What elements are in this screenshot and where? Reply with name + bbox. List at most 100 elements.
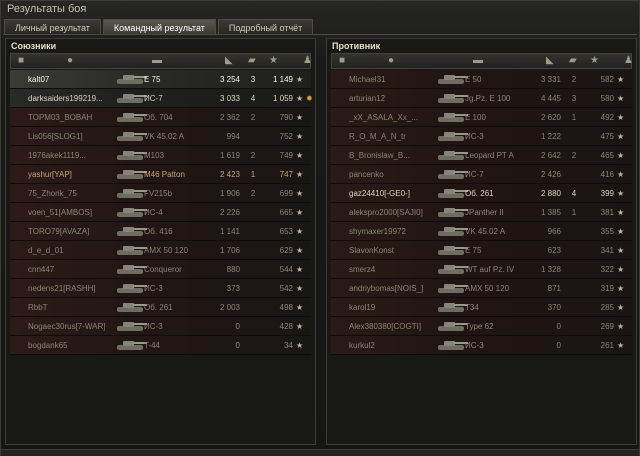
battle-results-window: Результаты боя Личный результат Командны… (0, 0, 640, 456)
damage-icon[interactable]: ◣ (225, 55, 233, 67)
player-row[interactable]: arturian12 Jg.Pz. E 100 4 445 3 580 ★ (331, 89, 632, 108)
player-row[interactable]: andriybomas[NOIS_] AMX 50 120 871 319 ★ (331, 279, 632, 298)
player-row[interactable]: yashur[YAP] M46 Patton 2 423 1 747 ★ (10, 165, 311, 184)
status-icon[interactable]: ♟ (624, 55, 633, 67)
player-row[interactable]: R_O_M_A_N_tr ИС-3 1 222 475 ★ (331, 127, 632, 146)
vehicle-icon[interactable]: ▬ (473, 55, 483, 67)
player-row[interactable]: Michael31 E 50 3 331 2 582 ★ (331, 70, 632, 89)
xp-value: 475 (600, 132, 614, 141)
xp-value: 416 (600, 170, 614, 179)
star-icon: ★ (296, 132, 304, 141)
player-row[interactable]: Alex380380[COGTI] Type 62 0 269 ★ (331, 317, 632, 336)
tank-name: FV215b (144, 189, 173, 198)
bottom-bar (1, 449, 639, 456)
tank-icon (114, 148, 148, 163)
player-row[interactable]: shymaxer19972 VK 45.02 A 966 355 ★ (331, 222, 632, 241)
tank-icon (114, 205, 148, 220)
tank-name: ИС-4 (144, 208, 163, 217)
tab-personal-result[interactable]: Личный результат (4, 19, 101, 35)
player-row[interactable]: Lis056[SLOG1] VK 45.02 A 994 752 ★ (10, 127, 311, 146)
tab-divider (3, 34, 637, 35)
star-icon: ★ (617, 170, 625, 179)
player-row[interactable]: karol19 T34 370 285 ★ (331, 298, 632, 317)
player-row[interactable]: smerz4 WT auf Pz. IV 1 328 322 ★ (331, 260, 632, 279)
star-icon: ★ (296, 189, 304, 198)
tank-icon (114, 110, 148, 125)
player-row[interactable]: gaz24410[-GE0-] Об. 261 2 880 4 399 ★ (331, 184, 632, 203)
player-name: arturian12 (349, 94, 386, 103)
kills-tank-icon[interactable]: ▰ (248, 55, 256, 67)
vehicle-type-icon[interactable]: ■ (339, 55, 345, 67)
enemies-panel: Противник ■ ● ▬ ◣ ▰ ★ ♟ Michael31 E 50 3 3… (326, 38, 637, 445)
player-icon[interactable]: ● (67, 55, 73, 67)
tank-name: ИС-3 (144, 284, 163, 293)
damage-value: 1 706 (219, 246, 240, 255)
damage-value: 2 620 (540, 113, 561, 122)
tab-detailed-report[interactable]: Подробный отчёт (217, 19, 314, 35)
star-icon: ★ (296, 265, 304, 274)
tank-name: Conqueror (144, 265, 182, 274)
player-row[interactable]: B_Bronislaw_B... Leopard PT A 2 642 2 465 ★ (331, 146, 632, 165)
star-icon: ★ (296, 284, 304, 293)
window-title: Результаты боя (7, 3, 87, 15)
player-name: SlavonKonst (349, 246, 394, 255)
player-row[interactable]: 1976akek1119... M103 1 619 2 749 ★ (10, 146, 311, 165)
tank-name: Об. 704 (144, 113, 173, 122)
damage-value: 2 426 (540, 170, 561, 179)
star-icon: ★ (617, 75, 625, 84)
star-icon[interactable]: ★ (590, 55, 599, 67)
tank-icon (114, 281, 148, 296)
tank-icon (114, 224, 148, 239)
tank-name: E 50 (465, 75, 482, 84)
vehicle-type-icon[interactable]: ■ (18, 55, 24, 67)
tank-name: AMX 50 120 (144, 246, 189, 255)
damage-icon[interactable]: ◣ (546, 55, 554, 67)
player-icon[interactable]: ● (388, 55, 394, 67)
star-icon: ★ (617, 94, 625, 103)
player-row[interactable]: 75_Zhorik_75 FV215b 1 906 2 699 ★ (10, 184, 311, 203)
player-row[interactable]: TORO79[AVAZA] Об. 416 1 141 653 ★ (10, 222, 311, 241)
player-row[interactable]: kalt07 E 75 3 254 3 1 149 ★ (10, 70, 311, 89)
xp-value: 542 (279, 284, 293, 293)
star-icon: ★ (617, 132, 625, 141)
player-row[interactable]: alekspro2000[SAJI0] JPanther II 1 385 1 381 ★ (331, 203, 632, 222)
player-row[interactable]: voen_51[AMBOS] ИС-4 2 226 665 ★ (10, 203, 311, 222)
tank-icon (435, 281, 469, 296)
player-name: kurkul2 (349, 341, 375, 350)
tab-team-result[interactable]: Командный результат (102, 19, 216, 35)
star-icon: ★ (296, 322, 304, 331)
tank-icon (114, 91, 148, 106)
tank-icon (435, 148, 469, 163)
damage-value: 0 (235, 322, 240, 331)
player-row[interactable]: RbbT Об. 261 2 003 498 ★ (10, 298, 311, 317)
xp-value: 319 (600, 284, 614, 293)
player-row[interactable]: cnn447 Conqueror 880 544 ★ (10, 260, 311, 279)
kills-tank-icon[interactable]: ▰ (569, 55, 577, 67)
status-icon[interactable]: ♟ (303, 55, 312, 67)
tank-icon (114, 167, 148, 182)
kills-value: 1 (571, 113, 577, 122)
tank-icon (435, 110, 469, 125)
player-row[interactable]: TOPM03_BOBAH Об. 704 2 362 2 790 ★ (10, 108, 311, 127)
tank-name: Type 62 (465, 322, 494, 331)
medal-icon[interactable]: ✹ (306, 89, 313, 108)
enemies-list: Michael31 E 50 3 331 2 582 ★ arturian12 Jg.Pz. … (331, 70, 632, 355)
player-row[interactable]: pancenko ИС-7 2 426 416 ★ (331, 165, 632, 184)
player-row[interactable]: SlavonKonst E 75 623 341 ★ (331, 241, 632, 260)
damage-value: 2 362 (219, 113, 240, 122)
xp-value: 699 (279, 189, 293, 198)
player-row[interactable]: darksaiders199219... ИС-7 3 033 4 1 059 ★ ✹ (10, 89, 313, 108)
player-row[interactable]: nedens21[RASHH] ИС-3 373 542 ★ (10, 279, 311, 298)
player-row[interactable]: bogdank65 T-44 0 34 ★ (10, 336, 311, 355)
allies-panel: Союзники ■ ● ▬ ◣ ▰ ★ ♟ kalt07 E 75 3 254 3 1… (5, 38, 316, 445)
player-row[interactable]: kurkul2 ИС-3 0 261 ★ (331, 336, 632, 355)
vehicle-icon[interactable]: ▬ (152, 55, 162, 67)
player-row[interactable]: Nogaec30rus[7-WAR] ИС-3 0 428 ★ (10, 317, 311, 336)
kills-value: 3 (571, 94, 577, 103)
kills-value: 2 (571, 151, 577, 160)
player-row[interactable]: _xX_ASALA_Xx_... E 100 2 620 1 492 ★ (331, 108, 632, 127)
damage-value: 994 (226, 132, 240, 141)
player-row[interactable]: d_e_d_01 AMX 50 120 1 706 629 ★ (10, 241, 311, 260)
player-name: 1976akek1119... (28, 151, 86, 160)
star-icon[interactable]: ★ (269, 55, 278, 67)
